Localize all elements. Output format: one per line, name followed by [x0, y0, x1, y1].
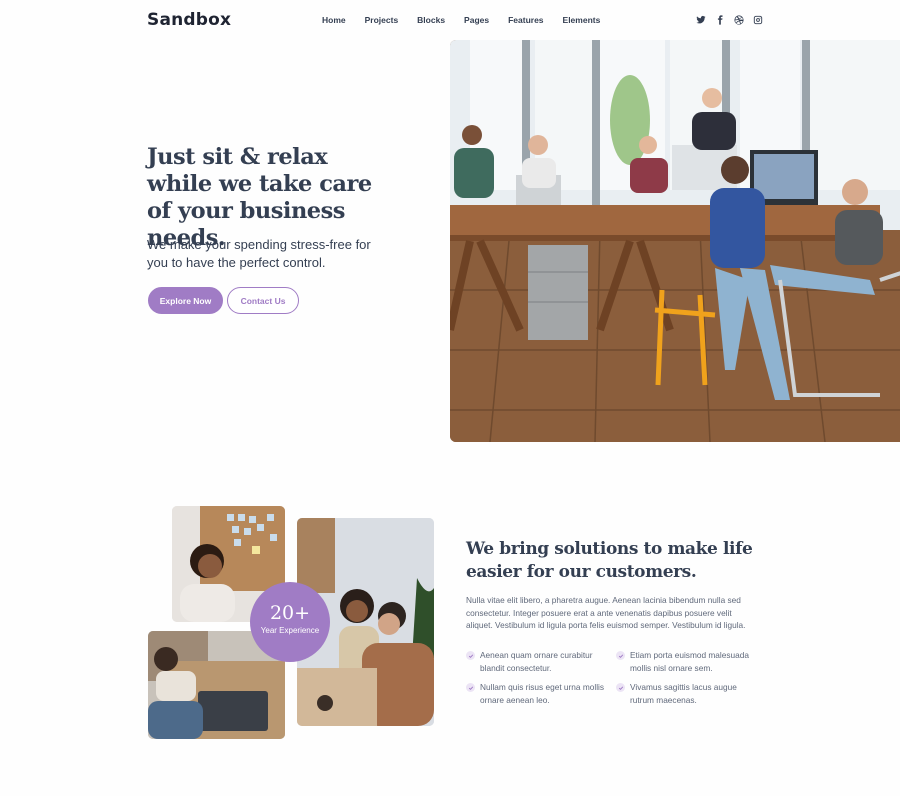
feature-item: Nullam quis risus eget urna mollis ornar… — [466, 681, 616, 706]
feature-item: Etiam porta euismod malesuada mollis nis… — [616, 649, 756, 674]
feature-text: Nullam quis risus eget urna mollis ornar… — [480, 682, 605, 705]
experience-label: Year Experience — [260, 626, 320, 635]
nav-blocks[interactable]: Blocks — [417, 15, 445, 25]
check-icon — [466, 683, 475, 692]
feature-text: Vivamus sagittis lacus augue rutrum maec… — [630, 682, 737, 705]
nav-home[interactable]: Home — [322, 15, 346, 25]
twitter-icon[interactable] — [695, 14, 706, 25]
check-icon — [616, 651, 625, 660]
instagram-icon[interactable] — [752, 14, 763, 25]
feature-text: Aenean quam ornare curabitur blandit con… — [480, 650, 593, 673]
nav-features[interactable]: Features — [508, 15, 543, 25]
dribbble-icon[interactable] — [733, 14, 744, 25]
nav-projects[interactable]: Projects — [365, 15, 399, 25]
nav-elements[interactable]: Elements — [563, 15, 601, 25]
hero-lead: We make your spending stress-free for yo… — [147, 237, 371, 270]
feature-list: Aenean quam ornare curabitur blandit con… — [466, 649, 756, 706]
nav-pages[interactable]: Pages — [464, 15, 489, 25]
check-icon — [466, 651, 475, 660]
experience-number: 20+ — [269, 602, 311, 624]
check-icon — [616, 683, 625, 692]
section-description: Nulla vitae elit libero, a pharetra augu… — [466, 595, 746, 630]
feature-text: Etiam porta euismod malesuada mollis nis… — [630, 650, 749, 673]
facebook-icon[interactable] — [714, 14, 725, 25]
hero-office-photo — [450, 40, 900, 442]
explore-now-button[interactable]: Explore Now — [148, 287, 223, 314]
feature-item: Aenean quam ornare curabitur blandit con… — [466, 649, 616, 674]
experience-badge: 20+ Year Experience — [250, 582, 330, 662]
section-title: We bring solutions to make life easier f… — [466, 539, 753, 582]
contact-us-button[interactable]: Contact Us — [227, 287, 299, 314]
logo[interactable]: Sandbox — [147, 10, 231, 30]
feature-item: Vivamus sagittis lacus augue rutrum maec… — [616, 681, 756, 706]
main-nav: Home Projects Blocks Pages Features Elem… — [322, 15, 619, 25]
social-links — [695, 14, 763, 25]
